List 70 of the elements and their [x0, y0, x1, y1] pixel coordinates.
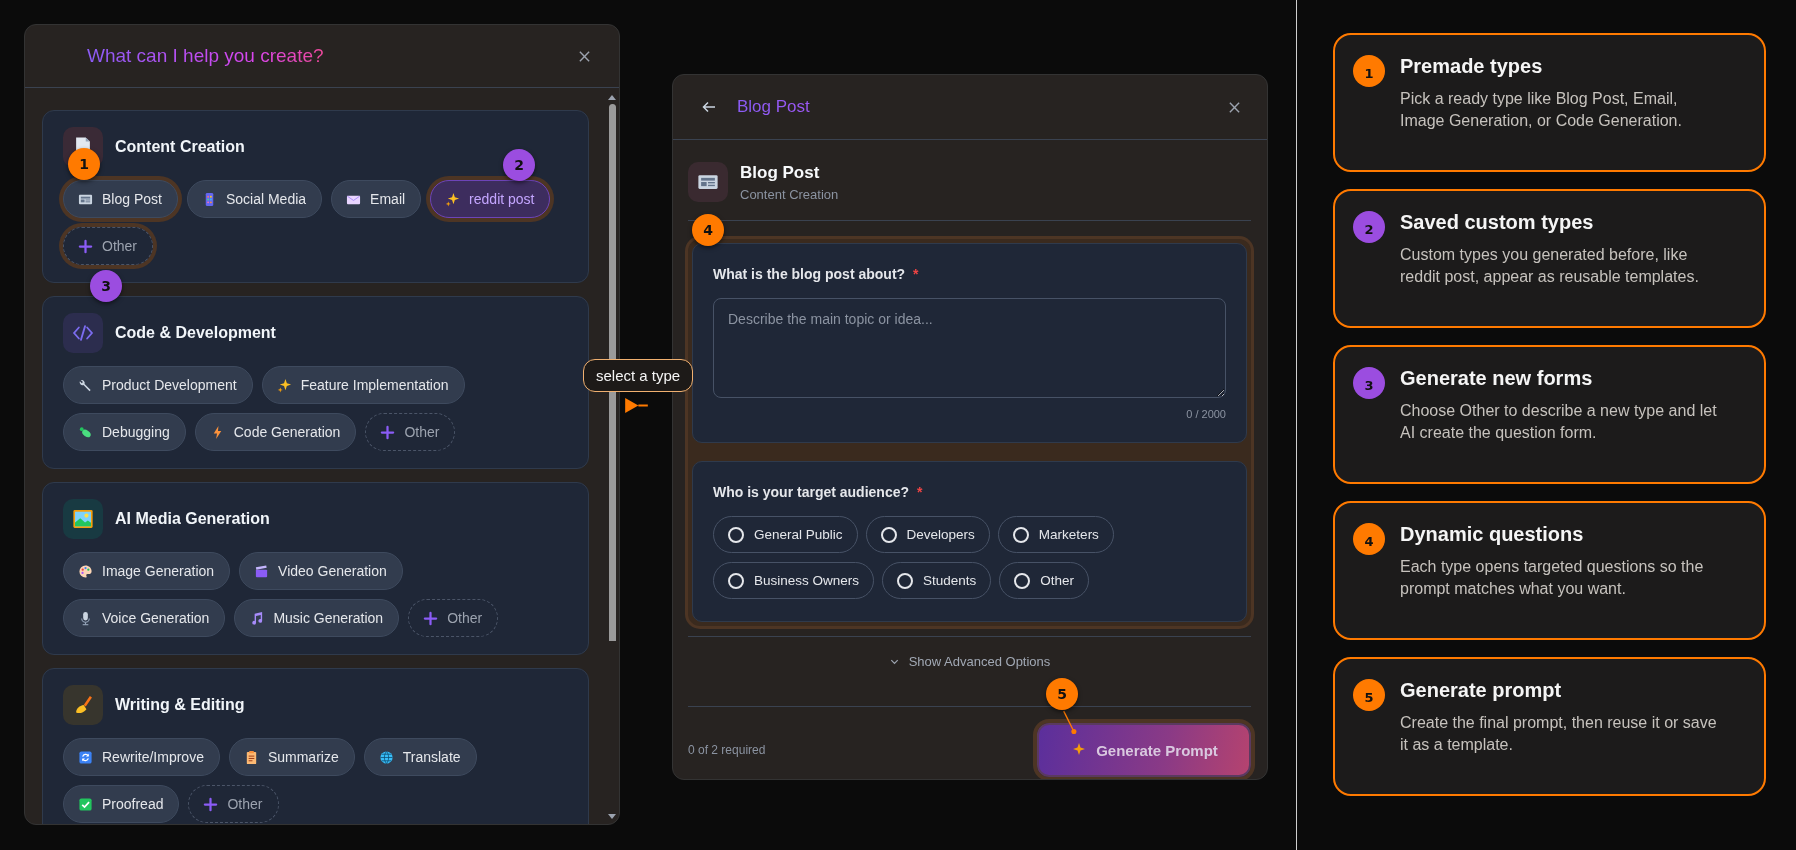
- type-chip[interactable]: Proofread: [63, 785, 180, 823]
- microphone-icon: [78, 610, 93, 626]
- step-description: Custom types you generated before, like reddit post, appear as reusable templates.: [1400, 245, 1700, 287]
- newspaper-icon: [688, 162, 728, 202]
- type-chip[interactable]: Code Generation: [194, 413, 357, 451]
- step-description: Choose Other to describe a new type and let AI create the question form.: [1400, 401, 1718, 443]
- number-badge: 2: [1353, 211, 1385, 243]
- number-badge: 1: [1353, 55, 1385, 87]
- step-description: Each type opens targeted questions so the prompt matches what you want.: [1400, 557, 1705, 599]
- type-name: Blog Post: [740, 162, 821, 183]
- scroll-up-icon[interactable]: [607, 94, 617, 100]
- question-label: What is the blog post about?: [713, 266, 906, 282]
- music-note-icon: [249, 610, 265, 626]
- clapperboard-icon: [254, 563, 270, 579]
- close-icon[interactable]: [1228, 100, 1241, 114]
- bug-icon: [78, 424, 93, 440]
- pencil-icon: [63, 685, 103, 725]
- advanced-options-toggle[interactable]: Show Advanced Options: [882, 653, 1057, 670]
- type-chip[interactable]: Email: [331, 180, 422, 218]
- progress-text: 0 of 2 required: [688, 743, 766, 757]
- type-chip[interactable]: Voice Generation: [63, 599, 226, 637]
- type-chip[interactable]: Debugging: [63, 413, 186, 451]
- type-chip[interactable]: Music Generation: [234, 599, 400, 637]
- step-title: Premade types: [1400, 55, 1544, 78]
- sparkle-icon: [276, 377, 292, 393]
- sparkle-icon: [445, 191, 461, 207]
- required-mark: *: [917, 484, 923, 500]
- type-category: Content Creation: [740, 186, 839, 202]
- type-chip[interactable]: Summarize: [228, 738, 355, 776]
- step-description: Pick a ready type like Blog Post, Email, Image Generation, or Code Generation.: [1400, 89, 1683, 131]
- number-badge: 3: [1353, 367, 1385, 399]
- topic-field[interactable]: Describe the main topic or idea...: [713, 298, 1226, 398]
- globe-icon: [378, 749, 394, 765]
- wrench-icon: [78, 377, 93, 393]
- checkmark-icon: [78, 796, 93, 812]
- character-counter: 0 / 2000: [1186, 408, 1226, 420]
- close-icon[interactable]: [578, 49, 591, 63]
- step-title: Saved custom types: [1400, 211, 1595, 234]
- plus-icon: [78, 238, 93, 254]
- type-chip[interactable]: Rewrite/Improve: [63, 738, 220, 776]
- step-title: Dynamic questions: [1400, 523, 1585, 546]
- type-chip[interactable]: Image Generation: [63, 552, 231, 590]
- type-chip[interactable]: Translate: [363, 738, 477, 776]
- number-badge: 5: [1353, 679, 1385, 711]
- scroll-down-icon[interactable]: [607, 814, 617, 820]
- category-title: Writing & Editing: [115, 696, 245, 714]
- required-mark: *: [913, 266, 919, 282]
- refresh-icon: [78, 749, 93, 765]
- plus-icon: [380, 424, 396, 440]
- number-badge: 4: [1353, 523, 1385, 555]
- step-title: Generate new forms: [1400, 367, 1594, 390]
- category-title: AI Media Generation: [115, 510, 270, 528]
- leader-line: [1062, 709, 1079, 737]
- plus-icon: [203, 796, 219, 812]
- type-chip[interactable]: Product Development: [63, 366, 253, 404]
- type-chip[interactable]: Feature Implementation: [261, 366, 465, 404]
- palette-icon: [78, 563, 93, 579]
- arrow-icon: [624, 397, 649, 414]
- plus-icon: [423, 610, 439, 626]
- type-chip[interactable]: Video Generation: [239, 552, 403, 590]
- code-icon: [63, 313, 103, 353]
- category-title: Code & Development: [115, 324, 276, 342]
- back-arrow-icon[interactable]: [701, 99, 717, 115]
- tooltip: select a type: [583, 359, 694, 392]
- landscape-icon: [63, 499, 103, 539]
- step-description: Create the final prompt, then reuse it or save it as a template.: [1400, 713, 1718, 755]
- type-chip[interactable]: Social Media: [186, 180, 323, 218]
- step-title: Generate prompt: [1400, 679, 1563, 702]
- question-label: Who is your target audience?: [713, 484, 910, 500]
- category-title: Content Creation: [115, 138, 245, 156]
